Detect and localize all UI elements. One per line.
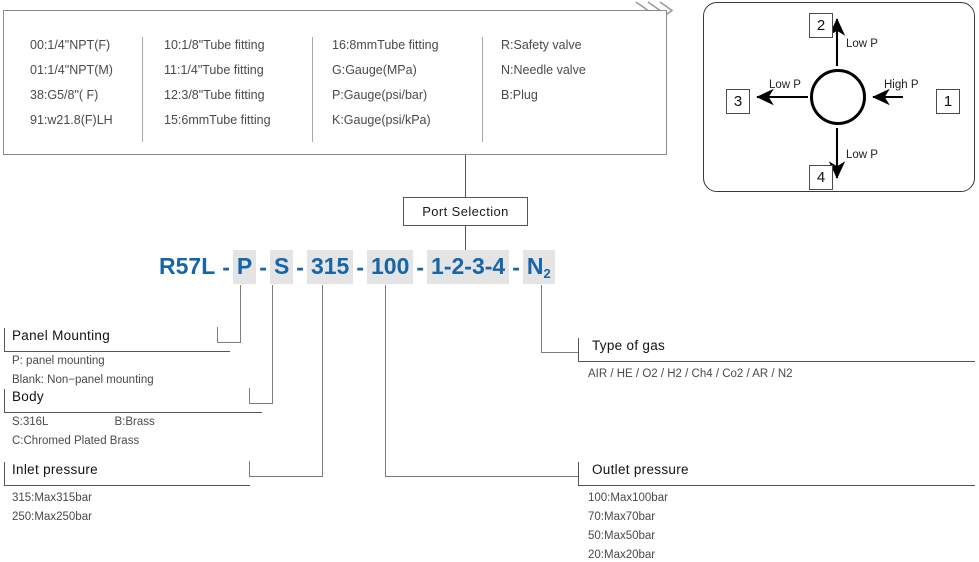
part-separator: -	[416, 253, 425, 280]
legend-item: 01:1/4"NPT(M)	[30, 63, 113, 77]
part-separator: -	[259, 253, 267, 280]
legend-item: G:Gauge(MPa)	[332, 63, 417, 77]
connector-gas-h	[541, 352, 578, 353]
connector-panel-mounting-v1	[240, 285, 241, 342]
callout-edge	[4, 389, 5, 413]
callout-body-material-2: B:Brass	[114, 416, 155, 428]
callout-line: 20:Max20bar	[588, 549, 656, 561]
callout-line: C:Chromed Plated Brass	[12, 435, 140, 447]
connector-gas-v1	[541, 285, 542, 352]
part-segment-inlet-pressure: 315	[306, 250, 354, 284]
callout-edge	[4, 328, 5, 352]
callout-body: Body S:316L B:Brass C:Chromed Plated Bras…	[4, 389, 262, 451]
port-box-3: 3	[726, 89, 750, 114]
port-box-4: 4	[809, 165, 833, 190]
callout-edge	[578, 462, 579, 486]
callout-line: 315:Max315bar	[12, 492, 92, 504]
legend-divider	[142, 37, 143, 142]
port-box-2: 2	[809, 13, 833, 38]
port-label-4: Low P	[846, 149, 878, 161]
callout-line: 50:Max50bar	[588, 530, 656, 542]
legend-column-gauges: 16:8mmTube fitting G:Gauge(MPa) P:Gauge(…	[332, 33, 439, 133]
callout-type-of-gas: Type of gas AIR / HE / O2 / H2 / Ch4 / C…	[578, 338, 975, 384]
callout-line: 70:Max70bar	[588, 511, 656, 523]
legend-item: K:Gauge(psi/kPa)	[332, 113, 431, 127]
callout-edge	[578, 338, 579, 362]
part-separator: -	[222, 253, 230, 280]
callout-title-type-of-gas: Type of gas	[592, 338, 666, 353]
legend-divider	[482, 37, 483, 142]
part-segment-port-selection: 1-2-3-4	[427, 250, 510, 284]
part-separator: -	[512, 253, 520, 280]
part-segment-body: S	[269, 250, 294, 284]
part-segment-gas-type-text: N	[526, 253, 544, 279]
callout-line: 250:Max250bar	[12, 511, 92, 523]
legend-item: 15:6mmTube fitting	[164, 113, 271, 127]
callout-rule	[578, 485, 975, 486]
part-segment-series: R57L	[159, 253, 216, 279]
legend-item: B:Plug	[501, 88, 538, 102]
legend-item: N:Needle valve	[501, 63, 586, 77]
port-label-2: Low P	[846, 38, 878, 50]
callout-line: S:316L B:Brass	[4, 413, 262, 432]
legend-item: 91:w21.8(F)LH	[30, 113, 113, 127]
legend-item: R:Safety valve	[501, 38, 582, 52]
callout-inlet-pressure: Inlet pressure 315:Max315bar 250:Max250b…	[4, 462, 250, 527]
legend-item: 10:1/8"Tube fitting	[164, 38, 265, 52]
callout-line: 100:Max100bar	[588, 492, 668, 504]
connector-outlet-h	[385, 476, 578, 477]
legend-item: 00:1/4"NPT(F)	[30, 38, 111, 52]
callout-panel-mounting: Panel Mounting P: panel mounting Blank: …	[4, 328, 230, 390]
port-label-1: High P	[884, 79, 919, 91]
callout-rule	[4, 485, 250, 486]
legend-item: 16:8mmTube fitting	[332, 38, 439, 52]
legend-divider	[312, 37, 313, 142]
part-separator: -	[356, 253, 364, 280]
callout-rule	[4, 351, 230, 352]
legend-item: 12:3/8"Tube fitting	[164, 88, 265, 102]
connector-outlet-v1	[385, 285, 386, 477]
port-selection-stem-down	[465, 226, 466, 253]
part-segment-panel-mounting: P	[232, 250, 257, 284]
port-selection-label: Port Selection	[422, 204, 509, 219]
part-number-string: R57L - P - S -315-100-1-2-3-4- N2	[155, 250, 555, 284]
callout-body-material-1: S:316L	[12, 416, 49, 428]
callout-rule	[4, 412, 262, 413]
legend-item: 38:G5/8"( F)	[30, 88, 99, 102]
part-segment-outlet-pressure: 100	[367, 250, 414, 284]
port-selection-stem-up	[465, 155, 466, 197]
callout-title-body: Body	[12, 389, 44, 404]
connector-inlet-h	[249, 476, 323, 477]
callout-title-inlet-pressure: Inlet pressure	[12, 462, 98, 477]
legend-column-valves: R:Safety valve N:Needle valve B:Plug	[501, 33, 586, 108]
legend-column-connections: 00:1/4"NPT(F) 01:1/4"NPT(M) 38:G5/8"( F)…	[30, 33, 113, 133]
callout-title-outlet-pressure: Outlet pressure	[592, 462, 689, 477]
port-box-1: 1	[936, 89, 960, 114]
callout-rule	[578, 361, 975, 362]
callout-line: AIR / HE / O2 / H2 / Ch4 / Co2 / AR / N2	[588, 368, 793, 380]
callout-line: Blank: Non−panel mounting	[12, 374, 154, 386]
option-code-legend-box: 00:1/4"NPT(F) 01:1/4"NPT(M) 38:G5/8"( F)…	[3, 10, 667, 155]
diagram-canvas: 00:1/4"NPT(F) 01:1/4"NPT(M) 38:G5/8"( F)…	[0, 0, 979, 562]
part-segment-gas-type-subscript: 2	[543, 266, 551, 281]
port-selection-box: Port Selection	[403, 197, 528, 226]
callout-title-panel-mounting: Panel Mounting	[12, 328, 111, 343]
callout-edge	[4, 462, 5, 486]
part-segment-gas-type: N2	[522, 250, 555, 284]
callout-outlet-pressure: Outlet pressure 100:Max100bar 70:Max70ba…	[578, 462, 975, 562]
legend-column-tube-fittings: 10:1/8"Tube fitting 11:1/4"Tube fitting …	[164, 33, 271, 133]
connector-inlet-v1	[322, 285, 323, 477]
connector-body-v1	[272, 285, 273, 403]
legend-item: 11:1/4"Tube fitting	[164, 63, 264, 77]
legend-item: P:Gauge(psi/bar)	[332, 88, 428, 102]
callout-line: P: panel mounting	[12, 355, 105, 367]
port-label-3: Low P	[769, 79, 801, 91]
part-separator: -	[296, 253, 304, 280]
